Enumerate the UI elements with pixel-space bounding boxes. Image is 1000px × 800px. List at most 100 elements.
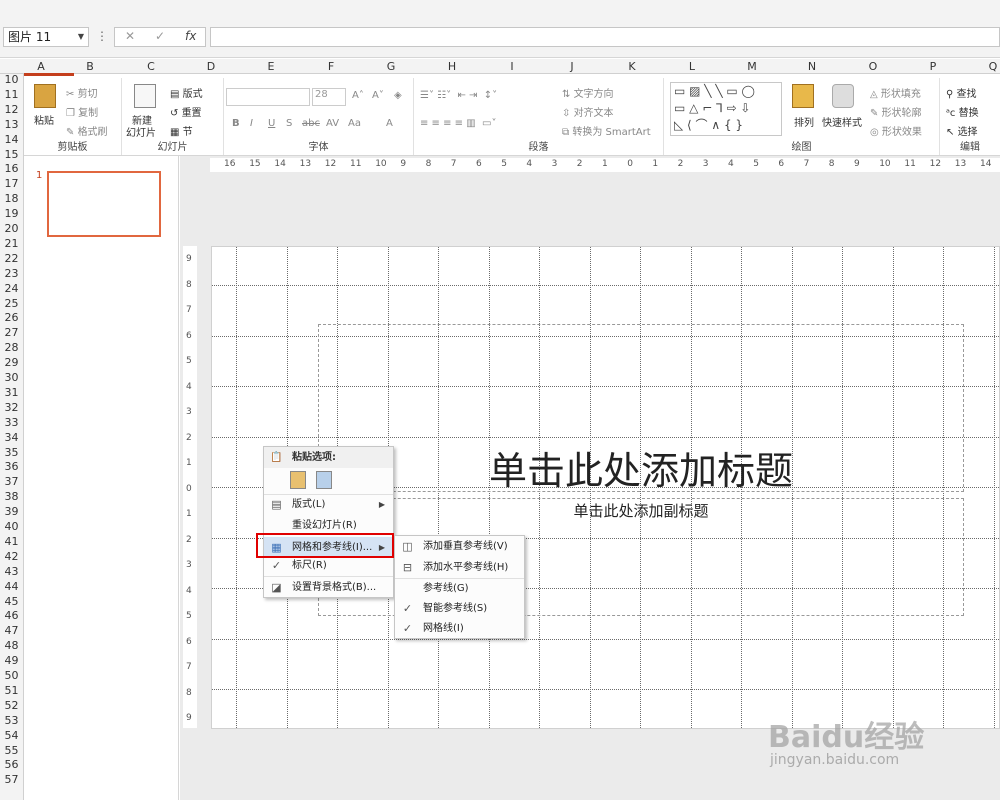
row-header-17[interactable]: 17 (0, 178, 23, 190)
row-header-52[interactable]: 52 (0, 699, 23, 712)
format-painter-button[interactable]: ✎ 格式刷 (66, 123, 108, 138)
cut-button[interactable]: ✂ 剪切 (66, 85, 98, 100)
menu-item-smart-guides[interactable]: ✓ 智能参考线(S) (395, 598, 524, 619)
fx-icon[interactable]: fx (185, 29, 196, 43)
clear-format-icon[interactable]: ◈ (394, 90, 402, 101)
row-header-13[interactable]: 13 (0, 118, 23, 131)
row-header-24[interactable]: 24 (0, 282, 23, 295)
row-header-29[interactable]: 29 (0, 357, 23, 369)
shrink-font-icon[interactable]: A˅ (372, 90, 384, 101)
font-color-button[interactable]: A (386, 118, 393, 129)
slide-subtitle[interactable]: 单击此处添加副标题 (318, 500, 964, 521)
row-header-51[interactable]: 51 (0, 684, 23, 697)
bullets-icon[interactable]: ☰˅ ☷˅ ⇤ ⇥ ↕˅ (420, 90, 497, 101)
row-header-48[interactable]: 48 (0, 640, 23, 652)
spacing-button[interactable]: AV (326, 118, 339, 129)
row-header-25[interactable]: 25 (0, 297, 23, 310)
reset-button[interactable]: ↺ 重置 (170, 104, 202, 119)
cancel-icon[interactable]: ✕ (125, 29, 135, 43)
menu-item-add-horizontal-guide[interactable]: ⊟ 添加水平参考线(H) (395, 557, 524, 578)
copy-button[interactable]: ❐ 复制 (66, 104, 98, 119)
row-header-23[interactable]: 23 (0, 267, 23, 280)
strike-button[interactable]: abc (302, 118, 320, 129)
align-text-button[interactable]: ⇳ 对齐文本 (562, 104, 614, 119)
enter-icon[interactable]: ✓ (155, 29, 165, 43)
row-header-19[interactable]: 19 (0, 208, 23, 220)
row-header-28[interactable]: 28 (0, 342, 23, 354)
menu-item-layout[interactable]: ▤ 版式(L) ▶ (264, 494, 393, 515)
font-family-select[interactable] (226, 88, 310, 106)
column-header-D[interactable]: D (191, 59, 231, 74)
column-header-G[interactable]: G (371, 59, 411, 74)
row-header-11[interactable]: 11 (0, 88, 23, 101)
italic-button[interactable]: I (250, 118, 253, 129)
paste-picture-icon[interactable] (316, 471, 332, 489)
row-header-35[interactable]: 35 (0, 446, 23, 459)
smartart-button[interactable]: ⧉ 转换为 SmartArt (562, 123, 651, 138)
row-header-42[interactable]: 42 (0, 550, 23, 563)
row-header-16[interactable]: 16 (0, 163, 23, 175)
row-header-47[interactable]: 47 (0, 625, 23, 637)
row-header-44[interactable]: 44 (0, 580, 23, 593)
row-header-32[interactable]: 32 (0, 401, 23, 414)
row-header-14[interactable]: 14 (0, 133, 23, 146)
row-header-31[interactable]: 31 (0, 386, 23, 399)
row-header-45[interactable]: 45 (0, 595, 23, 608)
column-header-H[interactable]: H (432, 59, 472, 74)
column-header-B[interactable]: B (70, 59, 110, 74)
slide-thumbnail[interactable] (47, 171, 161, 237)
row-header-57[interactable]: 57 (0, 774, 23, 786)
menu-item-guides[interactable]: 参考线(G) (395, 578, 524, 599)
grow-font-icon[interactable]: A˄ (352, 90, 364, 101)
row-header-39[interactable]: 39 (0, 506, 23, 518)
shadow-button[interactable]: S (286, 118, 292, 129)
column-header-K[interactable]: K (612, 59, 652, 74)
underline-button[interactable]: U (268, 118, 275, 129)
column-header-M[interactable]: M (732, 59, 772, 74)
column-header-A[interactable]: A (21, 59, 61, 74)
row-header-38[interactable]: 38 (0, 491, 23, 503)
shapes-gallery[interactable]: ▭ ▨ ╲ ╲ ▭ ◯ ▭ △ ⌐ ⅂ ⇨ ⇩ ◺ ⟨ ⌒ ∧ { } (670, 82, 782, 136)
shape-outline-button[interactable]: ✎ 形状轮廓 (870, 104, 922, 119)
row-header-12[interactable]: 12 (0, 103, 23, 116)
font-size-select[interactable]: 28 (312, 88, 346, 106)
menu-item-gridlines[interactable]: ✓ 网格线(I) (395, 618, 524, 639)
slide-title[interactable]: 单击此处添加标题 (318, 440, 964, 495)
row-header-22[interactable]: 22 (0, 252, 23, 265)
row-header-26[interactable]: 26 (0, 312, 23, 324)
row-header-43[interactable]: 43 (0, 565, 23, 578)
row-header-27[interactable]: 27 (0, 327, 23, 339)
row-header-20[interactable]: 20 (0, 223, 23, 235)
paste-keep-icon[interactable] (290, 471, 306, 489)
row-header-46[interactable]: 46 (0, 610, 23, 622)
menu-item-add-vertical-guide[interactable]: ◫ 添加垂直参考线(V) (395, 536, 524, 557)
row-header-40[interactable]: 40 (0, 521, 23, 533)
formula-input[interactable] (210, 27, 1000, 47)
case-button[interactable]: Aa (348, 118, 361, 129)
row-header-50[interactable]: 50 (0, 670, 23, 682)
column-header-Q[interactable]: Q (973, 59, 1000, 74)
row-header-37[interactable]: 37 (0, 476, 23, 488)
row-header-10[interactable]: 10 (0, 74, 23, 86)
name-box[interactable]: 图片 11 ▼ (3, 27, 89, 47)
replace-button[interactable]: ᵃc 替换 (946, 104, 979, 119)
column-header-I[interactable]: I (492, 59, 532, 74)
row-header-34[interactable]: 34 (0, 431, 23, 444)
text-direction-button[interactable]: ⇅ 文字方向 (562, 85, 614, 100)
shape-fill-button[interactable]: ◬ 形状填充 (870, 85, 921, 100)
row-header-18[interactable]: 18 (0, 193, 23, 205)
align-icons[interactable]: ≡ ≡ ≡ ≡ ▥ ▭˅ (420, 118, 496, 129)
column-header-P[interactable]: P (913, 59, 953, 74)
find-button[interactable]: ⚲ 查找 (946, 85, 977, 100)
row-header-49[interactable]: 49 (0, 655, 23, 667)
row-header-33[interactable]: 33 (0, 416, 23, 429)
row-header-36[interactable]: 36 (0, 461, 23, 473)
column-header-J[interactable]: J (552, 59, 592, 74)
arrange-button[interactable]: 排列 (794, 114, 814, 129)
layout-button[interactable]: ▤ 版式 (170, 85, 203, 100)
column-header-O[interactable]: O (853, 59, 893, 74)
row-header-54[interactable]: 54 (0, 729, 23, 742)
row-header-21[interactable]: 21 (0, 237, 23, 250)
row-header-56[interactable]: 56 (0, 759, 23, 771)
paste-button[interactable]: 粘贴 (34, 112, 54, 127)
